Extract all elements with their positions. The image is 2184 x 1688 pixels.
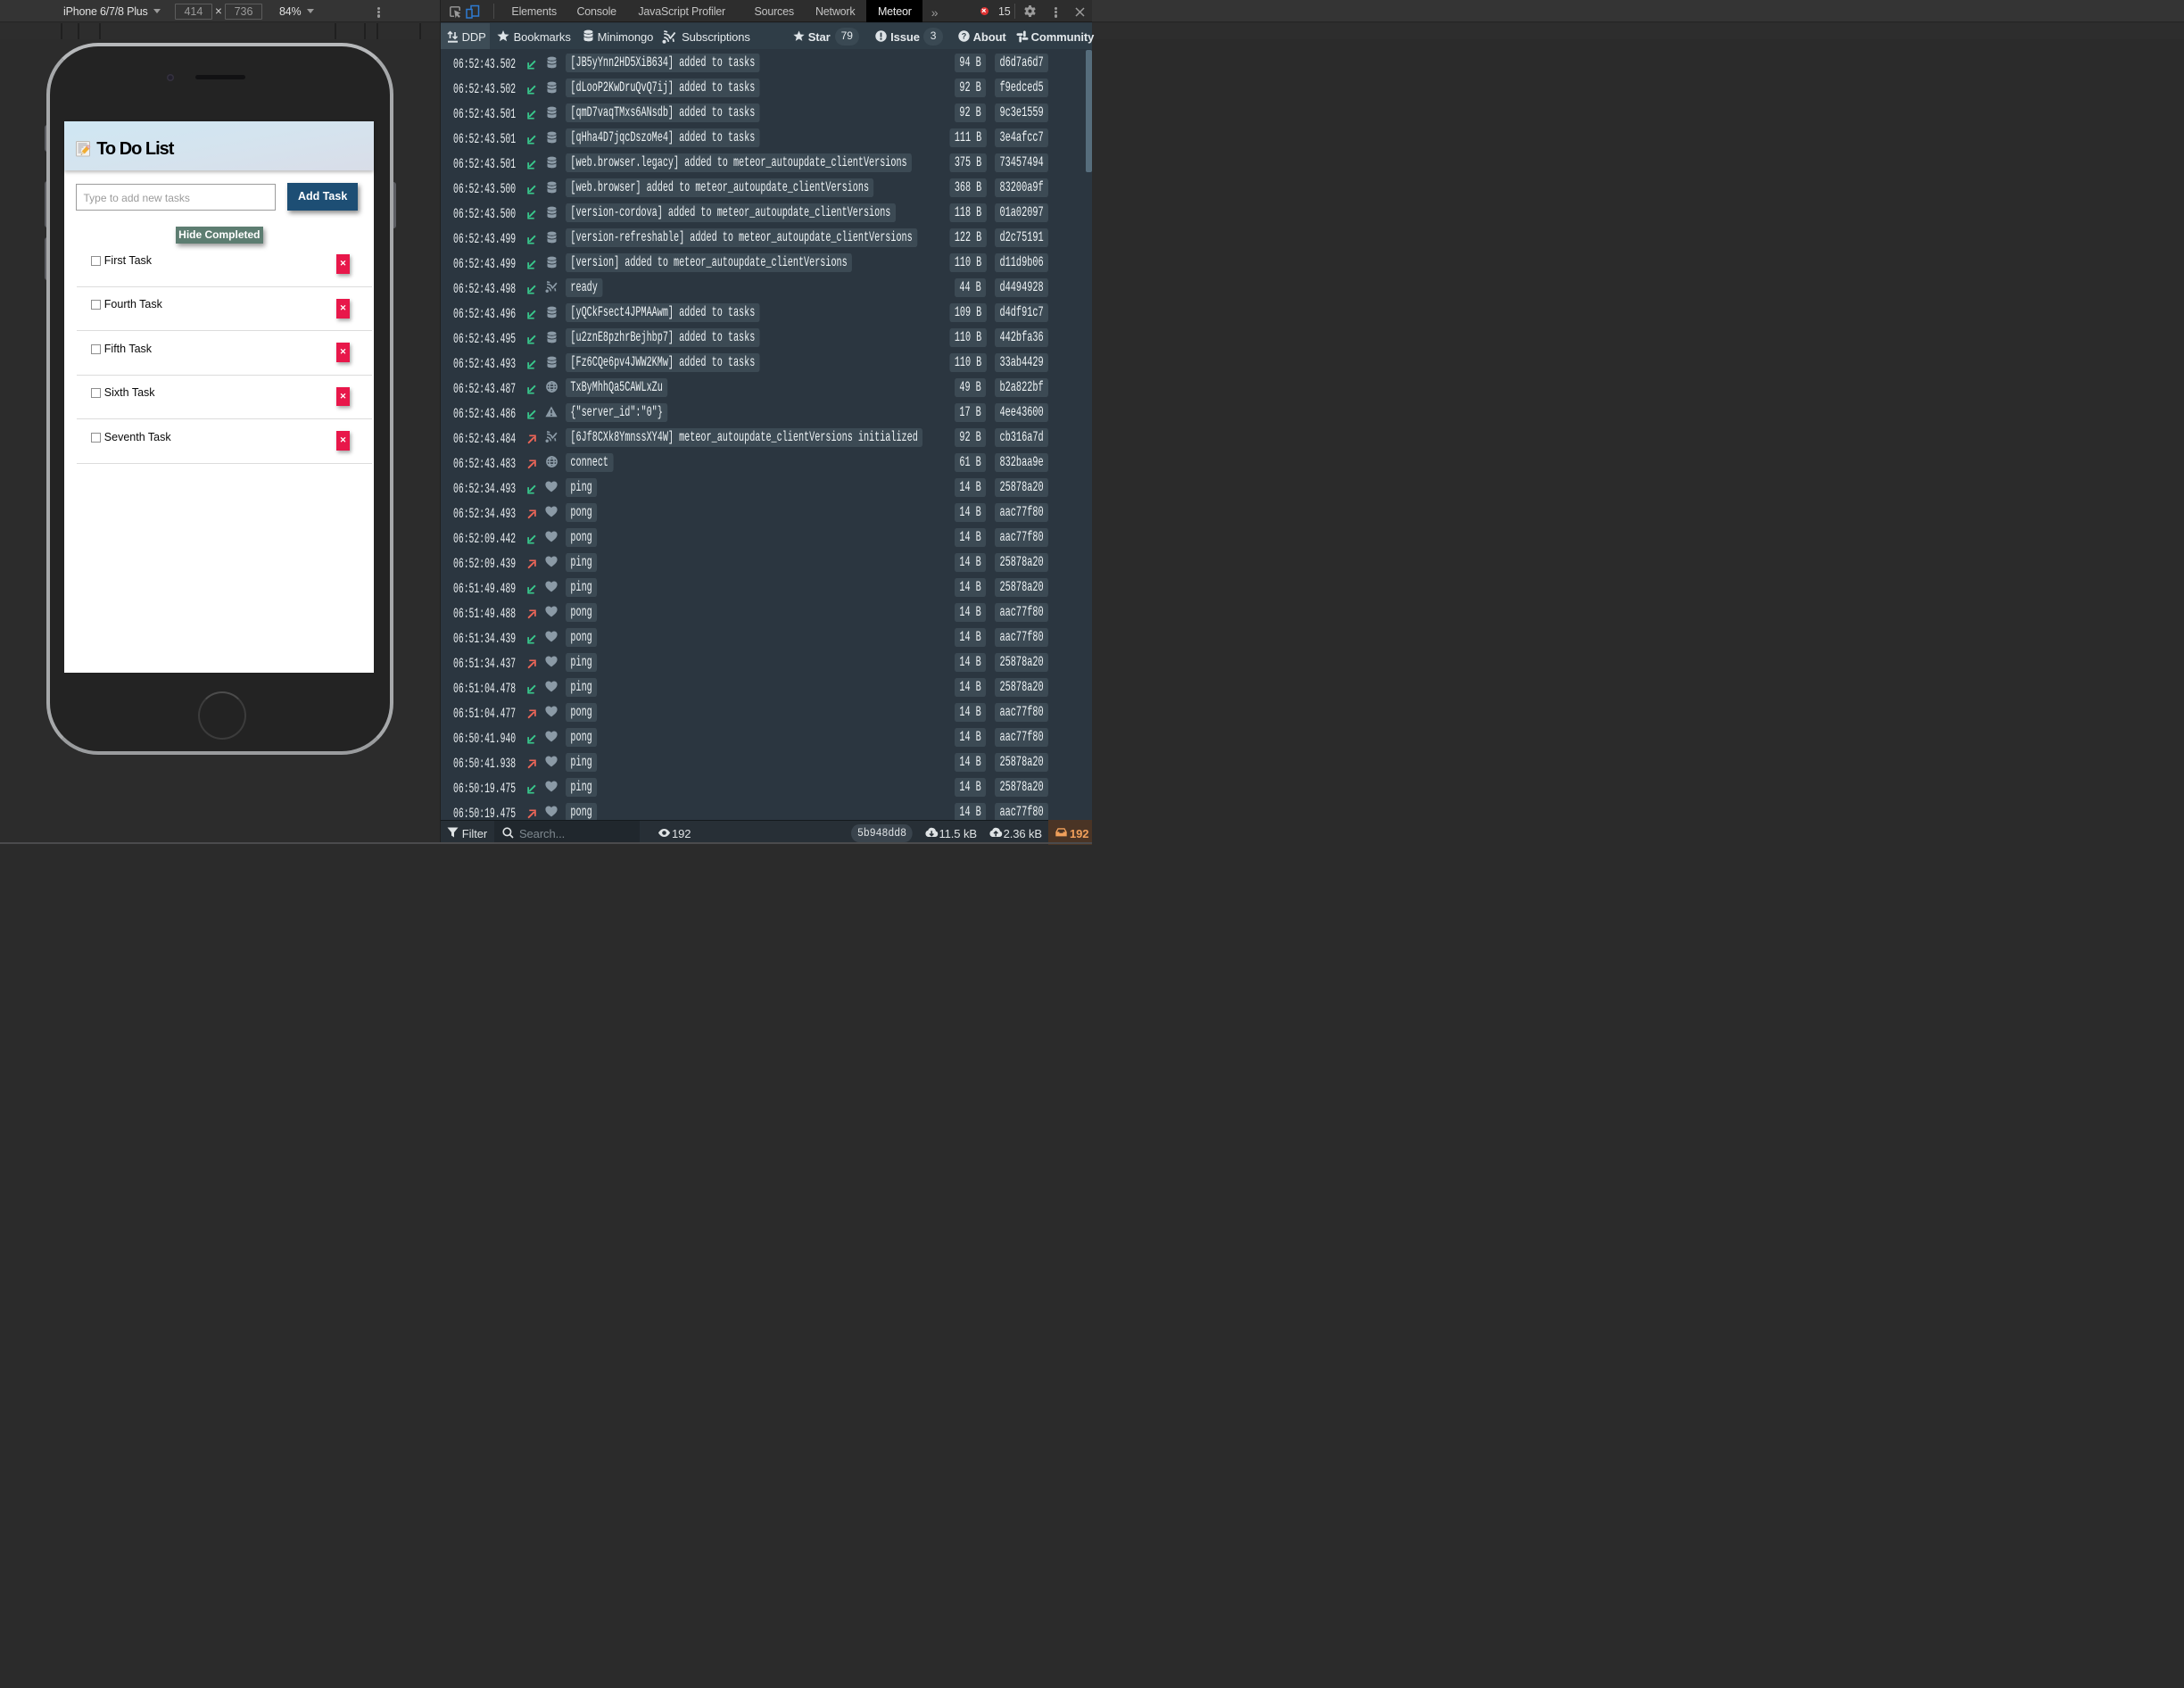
svg-text:?: ? — [962, 32, 967, 41]
